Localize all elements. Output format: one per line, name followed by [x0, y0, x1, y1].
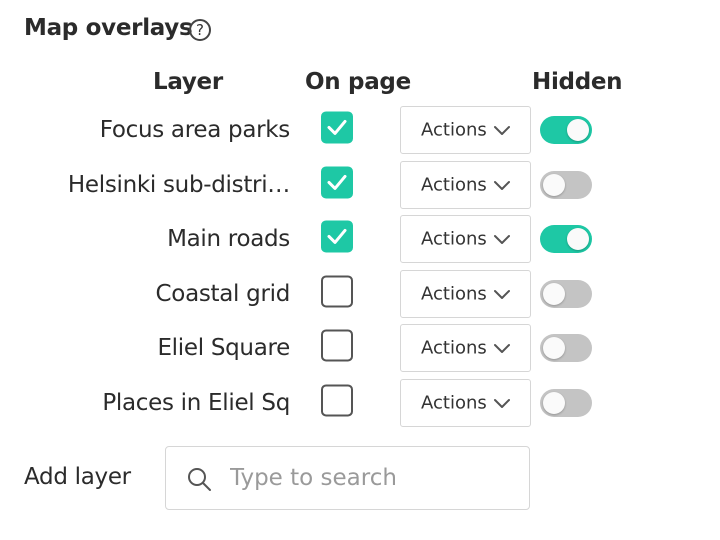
- on-page-checkbox[interactable]: [321, 166, 353, 199]
- toggle-knob: [543, 282, 565, 305]
- on-page-checkbox[interactable]: [321, 329, 353, 362]
- layer-row: Focus area parks Actions: [0, 106, 720, 154]
- actions-label: Actions: [421, 392, 487, 414]
- actions-label: Actions: [421, 283, 487, 305]
- actions-label: Actions: [421, 228, 487, 250]
- layer-row: Helsinki sub-distri… Actions: [0, 160, 720, 209]
- hidden-toggle[interactable]: [540, 389, 592, 417]
- check-icon: [327, 174, 347, 190]
- actions-dropdown[interactable]: Actions: [400, 160, 531, 209]
- actions-dropdown[interactable]: Actions: [400, 379, 531, 427]
- layer-name: Eliel Square: [157, 335, 290, 362]
- layer-name: Focus area parks: [99, 117, 291, 143]
- layer-name: Helsinki sub-distri…: [67, 171, 290, 198]
- chevron-down-icon: [494, 399, 510, 408]
- chevron-down-icon: [494, 126, 510, 135]
- column-header-layer: Layer: [153, 69, 223, 95]
- help-icon[interactable]: ?: [189, 19, 211, 41]
- add-layer-label: Add layer: [24, 464, 131, 490]
- actions-dropdown[interactable]: Actions: [400, 324, 531, 373]
- chevron-down-icon: [494, 235, 510, 245]
- layer-name: Main roads: [167, 226, 290, 253]
- actions-label: Actions: [421, 174, 487, 196]
- actions-dropdown[interactable]: Actions: [400, 215, 531, 264]
- panel-title: Map overlays: [24, 15, 193, 41]
- toggle-knob: [543, 337, 565, 360]
- hidden-toggle[interactable]: [540, 170, 592, 199]
- chevron-down-icon: [494, 344, 510, 354]
- check-icon: [327, 119, 347, 135]
- actions-label: Actions: [421, 337, 487, 359]
- on-page-checkbox[interactable]: [321, 220, 353, 253]
- hidden-toggle[interactable]: [540, 334, 592, 363]
- on-page-checkbox[interactable]: [321, 384, 353, 417]
- layer-name: Places in Eliel Sq: [102, 390, 290, 416]
- search-input[interactable]: [230, 461, 510, 495]
- hidden-toggle[interactable]: [540, 116, 592, 144]
- actions-dropdown[interactable]: Actions: [400, 269, 531, 318]
- layer-name: Coastal grid: [155, 280, 291, 307]
- actions-dropdown[interactable]: Actions: [400, 106, 531, 154]
- column-header-hidden: Hidden: [532, 69, 623, 95]
- toggle-knob: [567, 119, 589, 141]
- toggle-knob: [543, 173, 565, 196]
- layer-row: Coastal grid Actions: [0, 269, 720, 318]
- check-icon: [327, 229, 347, 245]
- search-icon: [188, 468, 211, 491]
- toggle-knob: [543, 392, 565, 414]
- column-header-on-page: On page: [305, 69, 411, 95]
- layer-row: Eliel Square Actions: [0, 324, 720, 373]
- layer-row: Places in Eliel Sq Actions: [0, 379, 720, 427]
- hidden-toggle[interactable]: [540, 225, 592, 254]
- on-page-checkbox[interactable]: [321, 111, 353, 144]
- actions-label: Actions: [421, 119, 487, 141]
- hidden-toggle[interactable]: [540, 279, 592, 308]
- chevron-down-icon: [494, 180, 510, 190]
- toggle-knob: [567, 228, 589, 251]
- chevron-down-icon: [494, 289, 510, 299]
- search-field[interactable]: [165, 446, 530, 510]
- on-page-checkbox[interactable]: [321, 275, 353, 308]
- layer-row: Main roads Actions: [0, 215, 720, 264]
